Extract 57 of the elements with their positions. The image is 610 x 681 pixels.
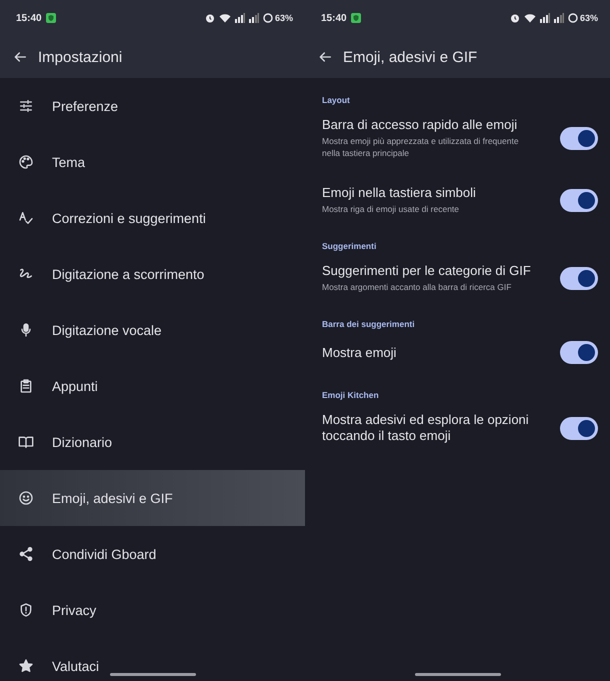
menu-item[interactable]: Emoji, adesivi e GIF: [0, 470, 305, 526]
section-header: Suggerimenti: [322, 241, 378, 251]
menu-item[interactable]: Dizionario: [0, 414, 305, 470]
clock-time: 15:40: [16, 12, 42, 24]
menu-item[interactable]: Digitazione a scorrimento: [0, 246, 305, 302]
signal-icon: [554, 13, 564, 23]
clock-time: 15:40: [321, 12, 347, 24]
signal-icon: [234, 13, 245, 23]
battery-ring-icon: [568, 13, 578, 23]
screen-title: Impostazioni: [38, 48, 122, 66]
toggle-switch[interactable]: [560, 126, 598, 150]
battery-ring-icon: [262, 13, 273, 23]
setting-title: Emoji nella tastiera simboli: [322, 185, 477, 201]
sliders-icon: [18, 98, 34, 114]
open-book-icon: [18, 434, 34, 450]
section-header: Emoji Kitchen: [322, 390, 380, 400]
setting-description: Mostra riga di emoji usate di recente: [322, 203, 460, 215]
wifi-icon: [524, 13, 536, 23]
clipboard-icon: [18, 378, 34, 394]
menu-item[interactable]: Privacy: [0, 582, 305, 638]
shield-icon: [350, 13, 361, 23]
menu-item[interactable]: Digitazione vocale: [0, 302, 305, 358]
screen-title: Emoji, adesivi e GIF: [343, 48, 478, 66]
battery-percent: 63%: [580, 13, 598, 23]
shield-icon: [18, 602, 34, 618]
gesture-handle[interactable]: [415, 673, 501, 676]
setting-title: Suggerimenti per le categorie di GIF: [322, 263, 532, 279]
smiley-icon: [18, 490, 34, 506]
alarm-icon: [204, 13, 215, 23]
share-icon: [18, 546, 34, 562]
toggle-switch[interactable]: [560, 266, 598, 290]
toggle-switch[interactable]: [560, 341, 598, 364]
setting-title: Mostra adesivi ed esplora le opzioni toccando il tasto emoji: [322, 412, 530, 444]
section-header: Layout: [322, 95, 351, 105]
alarm-icon: [510, 13, 520, 23]
battery-percent: 63%: [274, 13, 293, 23]
signal-icon: [248, 13, 259, 23]
menu-item[interactable]: Condividi Gboard: [0, 526, 305, 582]
menu-item[interactable]: Preferenze: [0, 78, 305, 134]
star-icon: [18, 658, 34, 674]
toggle-switch[interactable]: [560, 416, 598, 440]
menu-item[interactable]: Appunti: [0, 358, 305, 414]
menu-item[interactable]: Correzioni e suggerimenti: [0, 190, 305, 246]
setting-description: Mostra argomenti accanto alla barra di ricerca GIF: [322, 281, 512, 293]
setting-title: Barra di accesso rapido alle emoji: [322, 117, 518, 133]
setting-title: Mostra emoji: [322, 344, 398, 360]
palette-icon: [18, 154, 34, 170]
toggle-switch[interactable]: [560, 188, 598, 212]
section-header: Barra dei suggerimenti: [322, 319, 416, 329]
shield-icon: [46, 13, 56, 23]
setting-description: Mostra emoji più apprezzata e utilizzata di frequente nella tastiera principale: [322, 135, 520, 159]
signal-icon: [540, 13, 550, 23]
menu-item[interactable]: Valutaci: [0, 638, 305, 681]
menu-item[interactable]: Tema: [0, 134, 305, 190]
spellcheck-icon: [18, 210, 34, 226]
gesture-handle[interactable]: [110, 673, 196, 676]
wifi-icon: [218, 13, 231, 23]
